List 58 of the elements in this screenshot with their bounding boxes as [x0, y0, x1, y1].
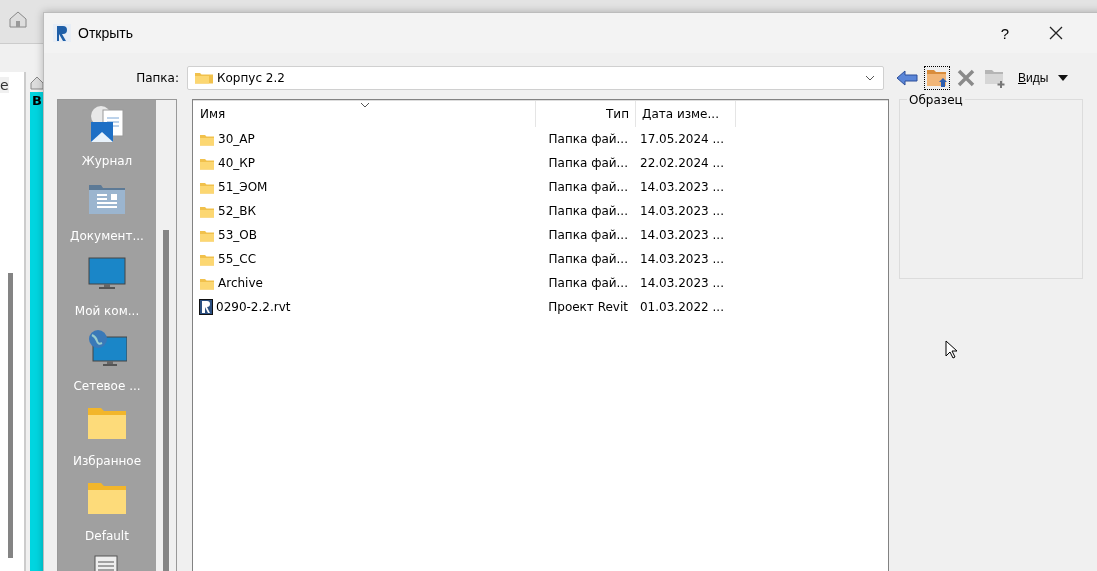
file-name[interactable]: 40_КР [193, 151, 256, 175]
column-header[interactable]: Тип [536, 101, 636, 127]
file-type: Папка фай... [547, 131, 629, 148]
views-menu-button[interactable]: Виды [1018, 71, 1069, 85]
folder-icon [199, 252, 215, 266]
file-date: 14.03.2023 ... [639, 227, 725, 244]
folder-icon [199, 204, 215, 218]
folder-icon [199, 180, 215, 194]
window-title: Открыть [78, 25, 133, 41]
file-name[interactable]: 55_СС [193, 247, 257, 271]
folder-icon [199, 132, 215, 146]
file-date: 17.05.2024 ... [639, 131, 725, 148]
file-name[interactable]: 52_ВК [193, 199, 257, 223]
column-header[interactable]: Дата изме... [636, 101, 736, 127]
back-arrow-icon [896, 70, 918, 86]
scroll-thumb[interactable] [163, 230, 169, 571]
file-type: Папка фай... [547, 155, 629, 172]
file-type: Папка фай... [547, 179, 629, 196]
file-date: 22.02.2024 ... [639, 155, 725, 172]
file-name[interactable]: 51_ЭОМ [193, 175, 268, 199]
folder-icon [194, 70, 214, 86]
file-type: Папка фай... [547, 227, 629, 244]
folder-arrow-icon [926, 68, 948, 88]
file-date: 14.03.2023 ... [639, 203, 725, 220]
dropdown-arrow-icon [1058, 75, 1069, 81]
file-date: 14.03.2023 ... [639, 275, 725, 292]
column-header[interactable]: Имя [193, 101, 536, 127]
mouse-cursor-icon [945, 340, 957, 359]
close-icon [1049, 26, 1063, 40]
folder-dropdown[interactable]: Корпус 2.2 [187, 66, 884, 90]
file-name[interactable]: 30_АР [193, 127, 255, 151]
file-type: Проект Revit [547, 299, 629, 316]
delete-icon [956, 68, 976, 88]
file-type: Папка фай... [547, 203, 629, 220]
folder-icon [199, 228, 215, 242]
chevron-down-icon [865, 75, 875, 81]
file-name[interactable]: 53_ОВ [193, 223, 257, 247]
home-icon [8, 10, 28, 28]
file-type: Папка фай... [547, 275, 629, 292]
preview-label: Образец [907, 93, 965, 107]
file-date: 14.03.2023 ... [639, 251, 725, 268]
folder-icon [199, 156, 215, 170]
help-button[interactable]: ? [982, 13, 1028, 53]
sort-chevron-icon [360, 102, 370, 108]
file-name[interactable]: Archive [193, 271, 263, 295]
new-folder-icon [984, 68, 1006, 88]
file-date: 14.03.2023 ... [639, 179, 725, 196]
file-date: 01.03.2022 ... [639, 299, 725, 316]
globe-monitor-icon [87, 329, 127, 369]
panel-label: е [0, 77, 9, 93]
home-icon [30, 76, 44, 90]
folder-icon [199, 276, 215, 290]
file-name[interactable]: 0290-2.2.rvt [193, 295, 291, 319]
folder-label: Папка: [135, 71, 180, 85]
revit-file-icon [199, 299, 213, 315]
file-type: Папка фай... [547, 251, 629, 268]
up-folder-button[interactable] [924, 66, 950, 90]
revit-logo-icon [53, 24, 71, 42]
